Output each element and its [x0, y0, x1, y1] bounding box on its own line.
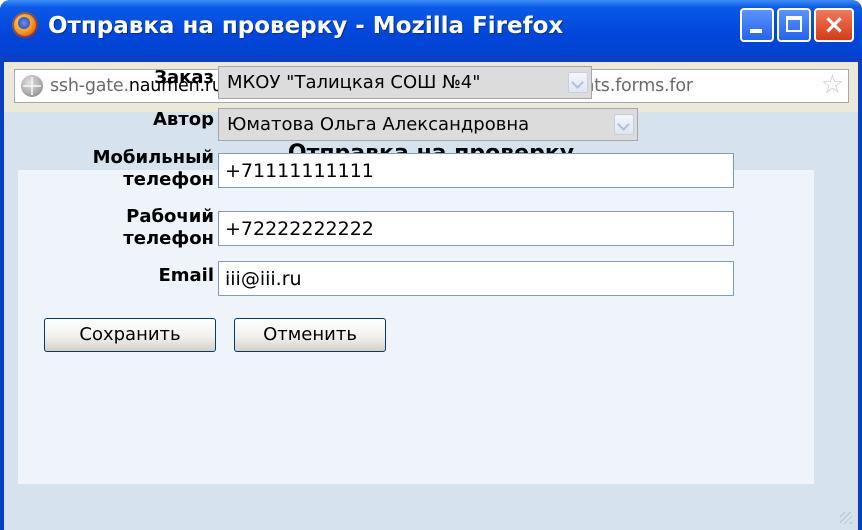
- order-select[interactable]: МКОУ "Талицкая СОШ №4": [218, 66, 592, 99]
- maximize-button[interactable]: [777, 8, 811, 42]
- email-input[interactable]: [218, 261, 734, 296]
- star-icon[interactable]: ☆: [821, 71, 844, 99]
- title-bar[interactable]: Отправка на проверку - Mozilla Firefox ×: [0, 0, 862, 62]
- author-label: Автор: [152, 109, 214, 130]
- window-title: Отправка на проверку - Mozilla Firefox: [48, 13, 564, 39]
- minimize-icon: [750, 29, 762, 33]
- work-phone-label-line2: телефон: [123, 228, 214, 249]
- maximize-icon: [786, 16, 802, 32]
- chevron-down-icon[interactable]: [614, 114, 634, 135]
- email-label: Email: [158, 265, 214, 286]
- mobile-phone-label-line1: Мобильный: [92, 147, 214, 168]
- order-value: МКОУ "Талицкая СОШ №4": [227, 72, 481, 93]
- browser-window: Отправка на проверку - Mozilla Firefox ×…: [0, 0, 862, 530]
- mobile-phone-input[interactable]: [218, 153, 734, 188]
- resize-grip-icon[interactable]: [840, 512, 852, 524]
- cancel-button[interactable]: Отменить: [234, 318, 386, 352]
- mobile-phone-label: Мобильный телефон: [40, 147, 214, 191]
- order-label: Заказ: [154, 67, 214, 88]
- work-phone-label-line1: Рабочий: [126, 206, 214, 227]
- chevron-down-icon[interactable]: [568, 72, 588, 93]
- author-value: Юматова Ольга Александровна: [227, 114, 530, 135]
- mobile-phone-label-line2: телефон: [123, 169, 214, 190]
- work-phone-label: Рабочий телефон: [40, 206, 214, 250]
- work-phone-input[interactable]: [218, 211, 734, 246]
- minimize-button[interactable]: [740, 8, 774, 42]
- save-button[interactable]: Сохранить: [44, 318, 216, 352]
- close-button[interactable]: ×: [814, 8, 854, 42]
- author-select[interactable]: Юматова Ольга Александровна: [218, 108, 638, 141]
- close-icon: ×: [823, 10, 845, 40]
- firefox-icon: [12, 12, 38, 38]
- globe-icon[interactable]: [21, 75, 43, 97]
